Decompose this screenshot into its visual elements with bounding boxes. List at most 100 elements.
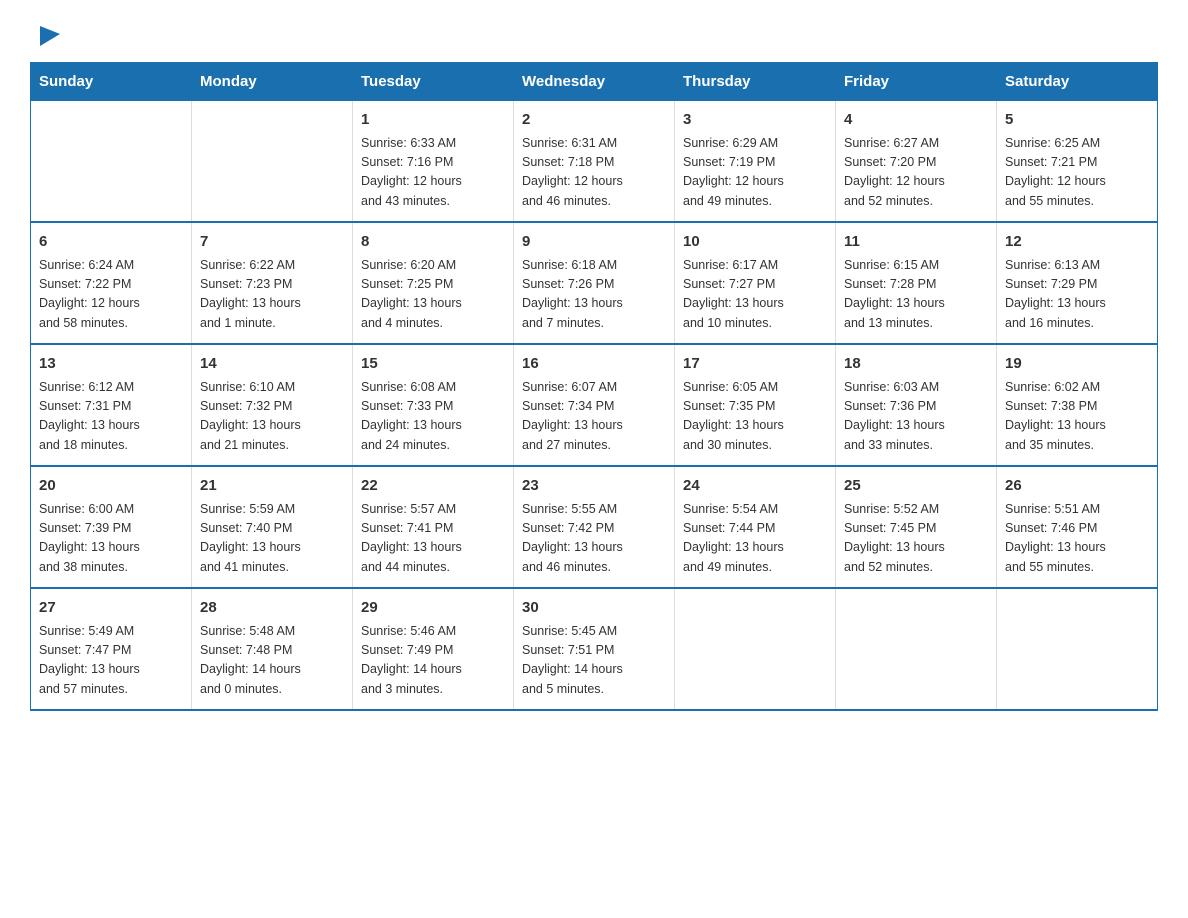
day-number: 1 <box>361 109 505 132</box>
calendar-cell: 11Sunrise: 6:15 AM Sunset: 7:28 PM Dayli… <box>836 222 997 344</box>
week-row-4: 20Sunrise: 6:00 AM Sunset: 7:39 PM Dayli… <box>31 466 1158 588</box>
day-number: 2 <box>522 109 666 132</box>
calendar-cell <box>997 588 1158 710</box>
day-info: Sunrise: 6:25 AM Sunset: 7:21 PM Dayligh… <box>1005 134 1149 212</box>
day-number: 11 <box>844 231 988 254</box>
calendar-cell: 26Sunrise: 5:51 AM Sunset: 7:46 PM Dayli… <box>997 466 1158 588</box>
calendar-cell: 3Sunrise: 6:29 AM Sunset: 7:19 PM Daylig… <box>675 101 836 223</box>
day-number: 13 <box>39 353 183 376</box>
week-row-2: 6Sunrise: 6:24 AM Sunset: 7:22 PM Daylig… <box>31 222 1158 344</box>
day-number: 6 <box>39 231 183 254</box>
calendar-cell: 24Sunrise: 5:54 AM Sunset: 7:44 PM Dayli… <box>675 466 836 588</box>
calendar-cell: 22Sunrise: 5:57 AM Sunset: 7:41 PM Dayli… <box>353 466 514 588</box>
header-sunday: Sunday <box>31 63 192 101</box>
calendar-cell: 7Sunrise: 6:22 AM Sunset: 7:23 PM Daylig… <box>192 222 353 344</box>
day-info: Sunrise: 6:27 AM Sunset: 7:20 PM Dayligh… <box>844 134 988 212</box>
day-number: 10 <box>683 231 827 254</box>
calendar-cell: 13Sunrise: 6:12 AM Sunset: 7:31 PM Dayli… <box>31 344 192 466</box>
day-number: 12 <box>1005 231 1149 254</box>
calendar-cell <box>836 588 997 710</box>
calendar-cell: 2Sunrise: 6:31 AM Sunset: 7:18 PM Daylig… <box>514 101 675 223</box>
day-info: Sunrise: 6:03 AM Sunset: 7:36 PM Dayligh… <box>844 378 988 456</box>
calendar-cell: 21Sunrise: 5:59 AM Sunset: 7:40 PM Dayli… <box>192 466 353 588</box>
week-row-1: 1Sunrise: 6:33 AM Sunset: 7:16 PM Daylig… <box>31 101 1158 223</box>
day-number: 18 <box>844 353 988 376</box>
day-info: Sunrise: 6:08 AM Sunset: 7:33 PM Dayligh… <box>361 378 505 456</box>
calendar-cell <box>675 588 836 710</box>
calendar-cell: 6Sunrise: 6:24 AM Sunset: 7:22 PM Daylig… <box>31 222 192 344</box>
day-info: Sunrise: 6:12 AM Sunset: 7:31 PM Dayligh… <box>39 378 183 456</box>
day-info: Sunrise: 6:15 AM Sunset: 7:28 PM Dayligh… <box>844 256 988 334</box>
calendar-cell: 29Sunrise: 5:46 AM Sunset: 7:49 PM Dayli… <box>353 588 514 710</box>
page-header <box>30 20 1158 44</box>
calendar-cell: 18Sunrise: 6:03 AM Sunset: 7:36 PM Dayli… <box>836 344 997 466</box>
day-info: Sunrise: 5:55 AM Sunset: 7:42 PM Dayligh… <box>522 500 666 578</box>
calendar-cell: 17Sunrise: 6:05 AM Sunset: 7:35 PM Dayli… <box>675 344 836 466</box>
header-friday: Friday <box>836 63 997 101</box>
day-info: Sunrise: 5:49 AM Sunset: 7:47 PM Dayligh… <box>39 622 183 700</box>
day-number: 28 <box>200 597 344 620</box>
day-number: 15 <box>361 353 505 376</box>
week-row-3: 13Sunrise: 6:12 AM Sunset: 7:31 PM Dayli… <box>31 344 1158 466</box>
calendar-cell: 30Sunrise: 5:45 AM Sunset: 7:51 PM Dayli… <box>514 588 675 710</box>
calendar-cell: 23Sunrise: 5:55 AM Sunset: 7:42 PM Dayli… <box>514 466 675 588</box>
day-info: Sunrise: 6:07 AM Sunset: 7:34 PM Dayligh… <box>522 378 666 456</box>
day-info: Sunrise: 5:45 AM Sunset: 7:51 PM Dayligh… <box>522 622 666 700</box>
calendar-cell: 27Sunrise: 5:49 AM Sunset: 7:47 PM Dayli… <box>31 588 192 710</box>
day-number: 30 <box>522 597 666 620</box>
day-info: Sunrise: 6:10 AM Sunset: 7:32 PM Dayligh… <box>200 378 344 456</box>
day-number: 4 <box>844 109 988 132</box>
day-number: 3 <box>683 109 827 132</box>
day-number: 21 <box>200 475 344 498</box>
day-number: 23 <box>522 475 666 498</box>
header-saturday: Saturday <box>997 63 1158 101</box>
calendar-cell: 20Sunrise: 6:00 AM Sunset: 7:39 PM Dayli… <box>31 466 192 588</box>
day-number: 27 <box>39 597 183 620</box>
day-info: Sunrise: 5:46 AM Sunset: 7:49 PM Dayligh… <box>361 622 505 700</box>
day-number: 17 <box>683 353 827 376</box>
logo-icon <box>32 18 64 50</box>
calendar-cell: 14Sunrise: 6:10 AM Sunset: 7:32 PM Dayli… <box>192 344 353 466</box>
calendar-cell: 4Sunrise: 6:27 AM Sunset: 7:20 PM Daylig… <box>836 101 997 223</box>
calendar-cell: 15Sunrise: 6:08 AM Sunset: 7:33 PM Dayli… <box>353 344 514 466</box>
day-number: 19 <box>1005 353 1149 376</box>
day-info: Sunrise: 6:00 AM Sunset: 7:39 PM Dayligh… <box>39 500 183 578</box>
calendar-cell <box>192 101 353 223</box>
day-info: Sunrise: 6:33 AM Sunset: 7:16 PM Dayligh… <box>361 134 505 212</box>
day-number: 16 <box>522 353 666 376</box>
day-info: Sunrise: 5:51 AM Sunset: 7:46 PM Dayligh… <box>1005 500 1149 578</box>
day-number: 24 <box>683 475 827 498</box>
calendar-cell: 12Sunrise: 6:13 AM Sunset: 7:29 PM Dayli… <box>997 222 1158 344</box>
day-info: Sunrise: 5:59 AM Sunset: 7:40 PM Dayligh… <box>200 500 344 578</box>
week-row-5: 27Sunrise: 5:49 AM Sunset: 7:47 PM Dayli… <box>31 588 1158 710</box>
header-thursday: Thursday <box>675 63 836 101</box>
day-info: Sunrise: 6:29 AM Sunset: 7:19 PM Dayligh… <box>683 134 827 212</box>
day-info: Sunrise: 6:22 AM Sunset: 7:23 PM Dayligh… <box>200 256 344 334</box>
calendar-cell: 8Sunrise: 6:20 AM Sunset: 7:25 PM Daylig… <box>353 222 514 344</box>
header-monday: Monday <box>192 63 353 101</box>
day-number: 7 <box>200 231 344 254</box>
day-info: Sunrise: 6:05 AM Sunset: 7:35 PM Dayligh… <box>683 378 827 456</box>
day-number: 22 <box>361 475 505 498</box>
day-info: Sunrise: 6:20 AM Sunset: 7:25 PM Dayligh… <box>361 256 505 334</box>
calendar-cell: 25Sunrise: 5:52 AM Sunset: 7:45 PM Dayli… <box>836 466 997 588</box>
calendar-cell: 5Sunrise: 6:25 AM Sunset: 7:21 PM Daylig… <box>997 101 1158 223</box>
day-number: 25 <box>844 475 988 498</box>
day-info: Sunrise: 6:17 AM Sunset: 7:27 PM Dayligh… <box>683 256 827 334</box>
day-number: 20 <box>39 475 183 498</box>
calendar-table: SundayMondayTuesdayWednesdayThursdayFrid… <box>30 62 1158 711</box>
header-wednesday: Wednesday <box>514 63 675 101</box>
day-info: Sunrise: 6:31 AM Sunset: 7:18 PM Dayligh… <box>522 134 666 212</box>
day-info: Sunrise: 6:13 AM Sunset: 7:29 PM Dayligh… <box>1005 256 1149 334</box>
logo <box>30 20 64 44</box>
day-info: Sunrise: 6:02 AM Sunset: 7:38 PM Dayligh… <box>1005 378 1149 456</box>
day-number: 5 <box>1005 109 1149 132</box>
calendar-header-row: SundayMondayTuesdayWednesdayThursdayFrid… <box>31 63 1158 101</box>
day-info: Sunrise: 6:24 AM Sunset: 7:22 PM Dayligh… <box>39 256 183 334</box>
day-info: Sunrise: 6:18 AM Sunset: 7:26 PM Dayligh… <box>522 256 666 334</box>
calendar-cell: 10Sunrise: 6:17 AM Sunset: 7:27 PM Dayli… <box>675 222 836 344</box>
day-info: Sunrise: 5:48 AM Sunset: 7:48 PM Dayligh… <box>200 622 344 700</box>
calendar-cell: 9Sunrise: 6:18 AM Sunset: 7:26 PM Daylig… <box>514 222 675 344</box>
day-number: 29 <box>361 597 505 620</box>
calendar-cell: 16Sunrise: 6:07 AM Sunset: 7:34 PM Dayli… <box>514 344 675 466</box>
